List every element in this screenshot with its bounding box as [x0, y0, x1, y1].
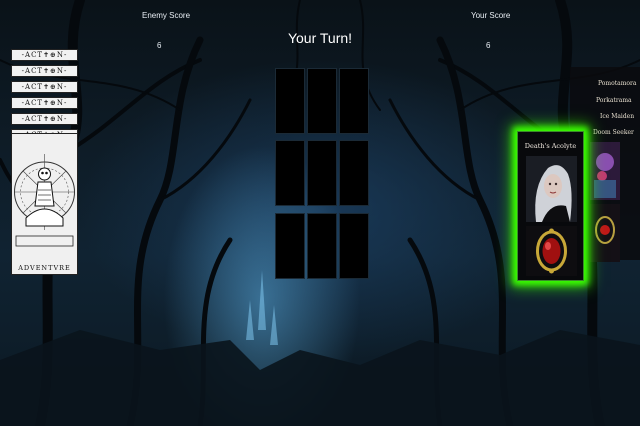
hand-card-art[interactable] — [590, 204, 620, 262]
board-slot[interactable] — [307, 213, 337, 279]
board-slot[interactable] — [339, 213, 369, 279]
game-board — [275, 68, 370, 281]
enemy-card: -ACT✝⊕N- — [11, 65, 78, 77]
hand-card-pomotamora[interactable]: Pomotamora — [598, 80, 636, 87]
skeleton-icon — [14, 154, 75, 247]
enemy-card-caption: ADVENTVRE — [18, 264, 71, 272]
enemy-card-back: ADVENTVRE — [11, 133, 78, 275]
board-slot[interactable] — [275, 140, 305, 206]
board-slot[interactable] — [307, 140, 337, 206]
enemy-card: -ACT✝⊕N- — [11, 81, 78, 93]
board-slot[interactable] — [275, 68, 305, 134]
enemy-card: -ACT✝⊕N- — [11, 49, 78, 61]
portrait-icon — [526, 156, 577, 222]
selected-card[interactable]: Death's Acolyte — [517, 131, 584, 281]
board-slot[interactable] — [339, 68, 369, 134]
turn-indicator: Your Turn! — [287, 30, 353, 46]
hand-card-art[interactable] — [590, 142, 620, 200]
board-slot[interactable] — [307, 68, 337, 134]
hand-card-ice-maiden[interactable]: Ice Maiden — [600, 113, 634, 120]
gem-icon — [526, 226, 577, 276]
enemy-score-label: Enemy Score — [142, 11, 191, 20]
enemy-card: -ACT✝⊕N- — [11, 97, 78, 109]
board-slot[interactable] — [275, 213, 305, 279]
selected-card-name: Death's Acolyte — [524, 142, 577, 150]
board-slot[interactable] — [339, 140, 369, 206]
hand-card-porkatrama[interactable]: Porkatrama — [596, 97, 632, 104]
player-score-label: Your Score — [471, 11, 511, 20]
enemy-card: -ACT✝⊕N- — [11, 113, 78, 125]
hand-card-doom-seeker[interactable]: Doom Seeker — [593, 129, 634, 136]
enemy-deck: -ACT✝⊕N- -ACT✝⊕N- -ACT✝⊕N- -ACT✝⊕N- -ACT… — [11, 49, 78, 275]
